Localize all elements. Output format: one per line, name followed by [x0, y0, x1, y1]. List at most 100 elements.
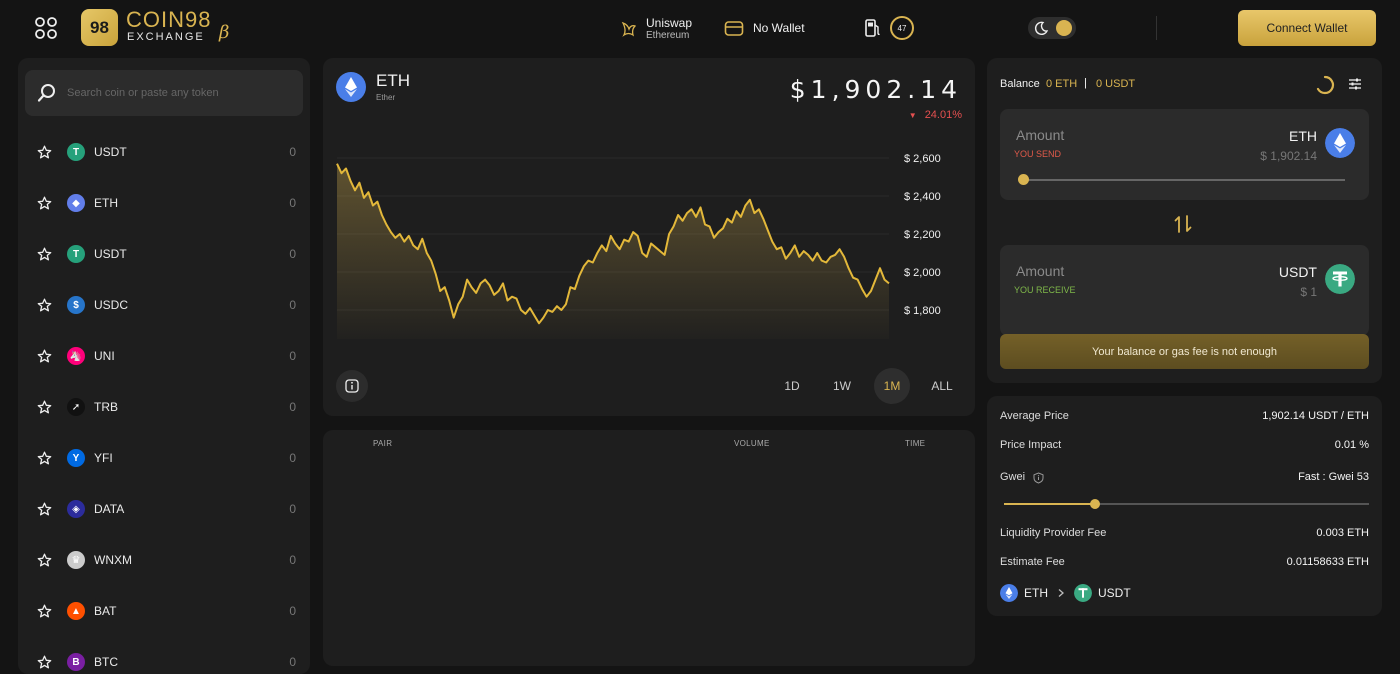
top-header: 98 COIN98 EXCHANGE β Uniswap Ethereum No… — [0, 0, 1400, 56]
y-tick-label: $ 2,000 — [904, 267, 941, 279]
price-impact-label: Price Impact — [1000, 439, 1062, 451]
dex-chain: Ethereum — [646, 30, 690, 41]
app-grid-icon[interactable] — [34, 16, 58, 40]
eth-icon[interactable] — [1325, 128, 1355, 158]
token-row[interactable]: T USDT 0 — [18, 127, 310, 178]
token-icon: ◈ — [67, 500, 85, 518]
balance-usdt: 0 USDT — [1096, 78, 1136, 90]
token-symbol: BAT — [94, 604, 117, 618]
send-tag: YOU SEND — [1014, 149, 1062, 159]
range-1w-button[interactable]: 1W — [824, 368, 860, 404]
send-usd-value: $ 1,902.14 — [1260, 149, 1317, 163]
token-row[interactable]: ➚ TRB 0 — [18, 382, 310, 433]
gwei-slider-fill — [1004, 503, 1096, 505]
range-1d-button[interactable]: 1D — [774, 368, 810, 404]
token-symbol: USDC — [94, 298, 129, 312]
token-row[interactable]: B BTC 0 — [18, 637, 310, 674]
star-icon[interactable] — [37, 349, 52, 364]
receive-symbol[interactable]: USDT — [1279, 264, 1317, 280]
theme-toggle[interactable] — [1028, 17, 1076, 39]
trades-panel: PAIR VOLUME TIME — [323, 430, 975, 666]
star-icon[interactable] — [37, 400, 52, 415]
send-slider-track[interactable] — [1023, 179, 1345, 181]
gas-indicator[interactable]: 47 — [864, 15, 914, 41]
token-icon: T — [67, 143, 85, 161]
token-symbol: USDT — [94, 247, 127, 261]
send-slider-handle[interactable] — [1018, 174, 1029, 185]
gwei-slider-handle[interactable] — [1090, 499, 1101, 509]
y-tick-label: $ 1,800 — [904, 305, 941, 317]
token-row[interactable]: Y YFI 0 — [18, 433, 310, 484]
insufficient-balance-button[interactable]: Your balance or gas fee is not enough — [1000, 334, 1369, 369]
token-icon: Y — [67, 449, 85, 467]
star-icon[interactable] — [37, 196, 52, 211]
search-icon — [37, 84, 55, 102]
lp-fee-value: 0.003 ETH — [1316, 527, 1369, 539]
send-amount-box: YOU SEND ETH $ 1,902.14 — [1000, 109, 1369, 200]
swap-panel: Balance 0 ETH | 0 USDT YOU SEND ETH $ 1,… — [987, 58, 1382, 383]
col-header-pair: PAIR — [373, 439, 393, 448]
price-chart[interactable]: $ 2,600 $ 2,400 $ 2,200 $ 2,000 $ 1,800 — [323, 58, 975, 358]
token-symbol: BTC — [94, 655, 118, 669]
token-row[interactable]: ◆ ETH 0 — [18, 178, 310, 229]
coin98-logo-mark[interactable]: 98 — [81, 9, 118, 46]
star-icon[interactable] — [37, 502, 52, 517]
token-icon: 🦄 — [67, 347, 85, 365]
star-icon[interactable] — [37, 604, 52, 619]
star-icon[interactable] — [37, 145, 52, 160]
token-balance: 0 — [289, 298, 296, 312]
token-icon: B — [67, 653, 85, 671]
chevron-right-icon — [1058, 589, 1064, 597]
range-1m-button[interactable]: 1M — [874, 368, 910, 404]
token-row[interactable]: ▲ BAT 0 — [18, 586, 310, 637]
token-row[interactable]: ◈ DATA 0 — [18, 484, 310, 535]
shield-info-icon[interactable] — [1033, 472, 1044, 484]
search-box[interactable] — [25, 70, 303, 116]
token-icon: ▲ — [67, 602, 85, 620]
col-header-time: TIME — [905, 439, 926, 448]
route-to: USDT — [1098, 586, 1131, 600]
wallet-selector[interactable]: No Wallet — [724, 17, 805, 39]
token-symbol: USDT — [94, 145, 127, 159]
uniswap-icon — [621, 21, 637, 37]
token-row[interactable]: 🦄 UNI 0 — [18, 331, 310, 382]
token-symbol: ETH — [94, 196, 118, 210]
avg-price-value: 1,902.14 USDT / ETH — [1262, 410, 1369, 422]
connect-wallet-button[interactable]: Connect Wallet — [1238, 10, 1376, 46]
token-row[interactable]: T USDT 0 — [18, 229, 310, 280]
logo-subtext: EXCHANGE — [127, 31, 205, 43]
search-input[interactable] — [65, 86, 285, 100]
estimate-fee-label: Estimate Fee — [1000, 556, 1065, 568]
receive-amount-input[interactable] — [1014, 262, 1174, 280]
info-button[interactable] — [336, 370, 368, 402]
star-icon[interactable] — [37, 298, 52, 313]
token-row[interactable]: ♛ WNXM 0 — [18, 535, 310, 586]
token-balance: 0 — [289, 553, 296, 567]
token-balance: 0 — [289, 451, 296, 465]
token-symbol: TRB — [94, 400, 118, 414]
send-symbol[interactable]: ETH — [1289, 128, 1317, 144]
send-amount-input[interactable] — [1014, 126, 1174, 144]
wallet-label: No Wallet — [753, 21, 805, 35]
star-icon[interactable] — [37, 655, 52, 670]
dex-selector[interactable]: Uniswap Ethereum — [620, 13, 692, 45]
usdt-icon[interactable] — [1325, 264, 1355, 294]
star-icon[interactable] — [37, 247, 52, 262]
dex-name: Uniswap — [646, 16, 693, 30]
star-icon[interactable] — [37, 553, 52, 568]
range-all-button[interactable]: ALL — [924, 368, 960, 404]
token-icon: $ — [67, 296, 85, 314]
col-header-volume: VOLUME — [734, 439, 770, 448]
receive-tag: YOU RECEIVE — [1014, 285, 1076, 295]
token-balance: 0 — [289, 145, 296, 159]
star-icon[interactable] — [37, 451, 52, 466]
swap-details-panel: Average Price 1,902.14 USDT / ETH Price … — [987, 396, 1382, 616]
swap-direction-icon[interactable] — [1172, 213, 1194, 235]
token-balance: 0 — [289, 196, 296, 210]
token-row[interactable]: $ USDC 0 — [18, 280, 310, 331]
settings-sliders-icon[interactable] — [1348, 77, 1362, 91]
price-chart-panel: ETH Ether $1,902.14 ▼ 24.01% $ 2,600 $ 2,4… — [323, 58, 975, 416]
receive-amount-box: YOU RECEIVE USDT $ 1 — [1000, 245, 1369, 336]
token-icon: T — [67, 245, 85, 263]
refresh-spinner-icon[interactable] — [1315, 75, 1335, 95]
